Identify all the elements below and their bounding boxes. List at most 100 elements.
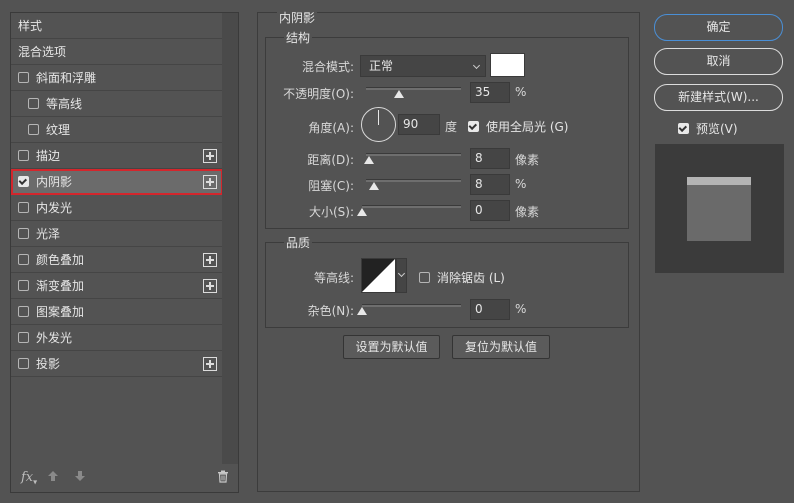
style-item-checkbox[interactable] xyxy=(18,306,29,317)
antialias-label: 消除锯齿 (L) xyxy=(437,271,505,285)
cancel-button[interactable]: 取消 xyxy=(654,48,783,75)
style-item-label: 颜色叠加 xyxy=(36,253,85,267)
opacity-label: 不透明度(O): xyxy=(283,87,354,101)
fx-label: fx xyxy=(21,470,34,485)
style-item[interactable]: 光泽 xyxy=(11,221,223,247)
style-item[interactable]: 内阴影 xyxy=(11,169,223,195)
style-item[interactable]: 投影 xyxy=(11,351,223,377)
style-item-label: 纹理 xyxy=(46,123,71,137)
styles-list-scrollbar[interactable] xyxy=(222,13,238,464)
size-slider[interactable] xyxy=(362,205,461,208)
chevron-down-icon xyxy=(472,61,481,70)
style-item-label: 光泽 xyxy=(36,227,61,241)
opacity-unit: % xyxy=(515,85,527,99)
noise-input[interactable]: 0 xyxy=(470,299,510,320)
contour-preview[interactable] xyxy=(361,258,396,293)
style-item[interactable]: 内发光 xyxy=(11,195,223,221)
styles-list-footer: fx▾ xyxy=(11,464,238,492)
global-light-label: 使用全局光 (G) xyxy=(486,120,569,134)
distance-unit: 像素 xyxy=(515,153,540,167)
trash-icon[interactable] xyxy=(217,470,229,486)
inner-shadow-title: 内阴影 xyxy=(277,9,318,26)
opacity-slider-thumb[interactable] xyxy=(394,90,405,98)
arrow-down-icon[interactable] xyxy=(74,470,86,485)
style-item[interactable]: 渐变叠加 xyxy=(11,273,223,299)
add-style-icon[interactable] xyxy=(203,357,217,371)
style-item-checkbox[interactable] xyxy=(18,332,29,343)
choke-slider-thumb[interactable] xyxy=(368,182,379,190)
angle-input[interactable]: 90 xyxy=(398,114,440,135)
contour-label: 等高线: xyxy=(313,271,354,285)
style-item-checkbox[interactable] xyxy=(28,124,39,135)
choke-slider[interactable] xyxy=(366,179,461,182)
noise-slider[interactable] xyxy=(362,304,461,307)
angle-unit: 度 xyxy=(445,120,458,134)
noise-slider-thumb[interactable] xyxy=(357,307,367,315)
style-item[interactable]: 混合选项 xyxy=(11,39,223,65)
quality-title: 品质 xyxy=(284,234,313,251)
preview-checkbox[interactable]: 预览(V) xyxy=(678,120,738,137)
blend-mode-label: 混合模式: xyxy=(301,60,354,74)
add-style-icon[interactable] xyxy=(203,279,217,293)
distance-input[interactable]: 8 xyxy=(470,148,510,169)
shadow-color-swatch[interactable] xyxy=(490,53,525,77)
global-light-checkbox[interactable]: 使用全局光 (G) xyxy=(468,118,568,135)
preview-inner-shadow xyxy=(687,177,751,185)
style-item-checkbox[interactable] xyxy=(18,176,29,187)
style-item[interactable]: 图案叠加 xyxy=(11,299,223,325)
style-item[interactable]: 描边 xyxy=(11,143,223,169)
distance-label: 距离(D): xyxy=(307,153,354,167)
antialias-checkbox[interactable]: 消除锯齿 (L) xyxy=(419,269,505,286)
style-item-label: 斜面和浮雕 xyxy=(36,71,97,85)
angle-dial[interactable] xyxy=(361,107,396,142)
size-input[interactable]: 0 xyxy=(470,200,510,221)
style-item[interactable]: 等高线 xyxy=(11,91,223,117)
ok-button[interactable]: 确定 xyxy=(654,14,783,41)
reset-default-button[interactable]: 复位为默认值 xyxy=(452,335,550,359)
choke-label: 阻塞(C): xyxy=(308,179,354,193)
add-style-icon[interactable] xyxy=(203,253,217,267)
preview-check[interactable] xyxy=(678,123,689,134)
opacity-input[interactable]: 35 xyxy=(470,82,510,103)
distance-slider[interactable] xyxy=(366,153,461,156)
style-item-label: 投影 xyxy=(36,357,61,371)
layer-styles-list: 样式混合选项斜面和浮雕等高线纹理描边内阴影内发光光泽颜色叠加渐变叠加图案叠加 外发… xyxy=(11,13,223,377)
add-style-icon[interactable] xyxy=(203,175,217,189)
style-item[interactable]: 颜色叠加 xyxy=(11,247,223,273)
style-item-label: 样式 xyxy=(18,19,43,33)
style-item-checkbox[interactable] xyxy=(18,254,29,265)
arrow-up-icon[interactable] xyxy=(47,470,59,485)
antialias-check[interactable] xyxy=(419,272,430,283)
style-item-label: 等高线 xyxy=(46,97,83,111)
style-item-label: 内阴影 xyxy=(36,175,73,189)
style-item-checkbox[interactable] xyxy=(28,98,39,109)
style-item-label: 内发光 xyxy=(36,201,73,215)
size-unit: 像素 xyxy=(515,205,540,219)
style-item-label: 描边 xyxy=(36,149,61,163)
structure-title: 结构 xyxy=(284,29,313,46)
style-item[interactable]: 斜面和浮雕 xyxy=(11,65,223,91)
style-item[interactable]: 外发光 xyxy=(11,325,223,351)
style-item[interactable]: 纹理 xyxy=(11,117,223,143)
blend-mode-select[interactable]: 正常 xyxy=(360,55,486,77)
size-slider-thumb[interactable] xyxy=(357,208,367,216)
size-label: 大小(S): xyxy=(308,205,354,219)
blend-mode-value: 正常 xyxy=(369,59,394,73)
new-style-button[interactable]: 新建样式(W)... xyxy=(654,84,783,111)
fx-icon[interactable]: fx▾ xyxy=(21,470,37,487)
choke-input[interactable]: 8 xyxy=(470,174,510,195)
global-light-check[interactable] xyxy=(468,121,479,132)
opacity-slider[interactable] xyxy=(366,87,461,90)
style-item-checkbox[interactable] xyxy=(18,72,29,83)
style-item-checkbox[interactable] xyxy=(18,358,29,369)
style-item-checkbox[interactable] xyxy=(18,228,29,239)
contour-dropdown-button[interactable] xyxy=(396,258,407,293)
distance-slider-thumb[interactable] xyxy=(363,156,374,164)
make-default-button[interactable]: 设置为默认值 xyxy=(343,335,440,359)
style-item-checkbox[interactable] xyxy=(18,280,29,291)
style-item[interactable]: 样式 xyxy=(11,13,223,39)
style-item-checkbox[interactable] xyxy=(18,202,29,213)
style-item-checkbox[interactable] xyxy=(18,150,29,161)
add-style-icon[interactable] xyxy=(203,149,217,163)
style-item-label: 渐变叠加 xyxy=(36,279,85,293)
